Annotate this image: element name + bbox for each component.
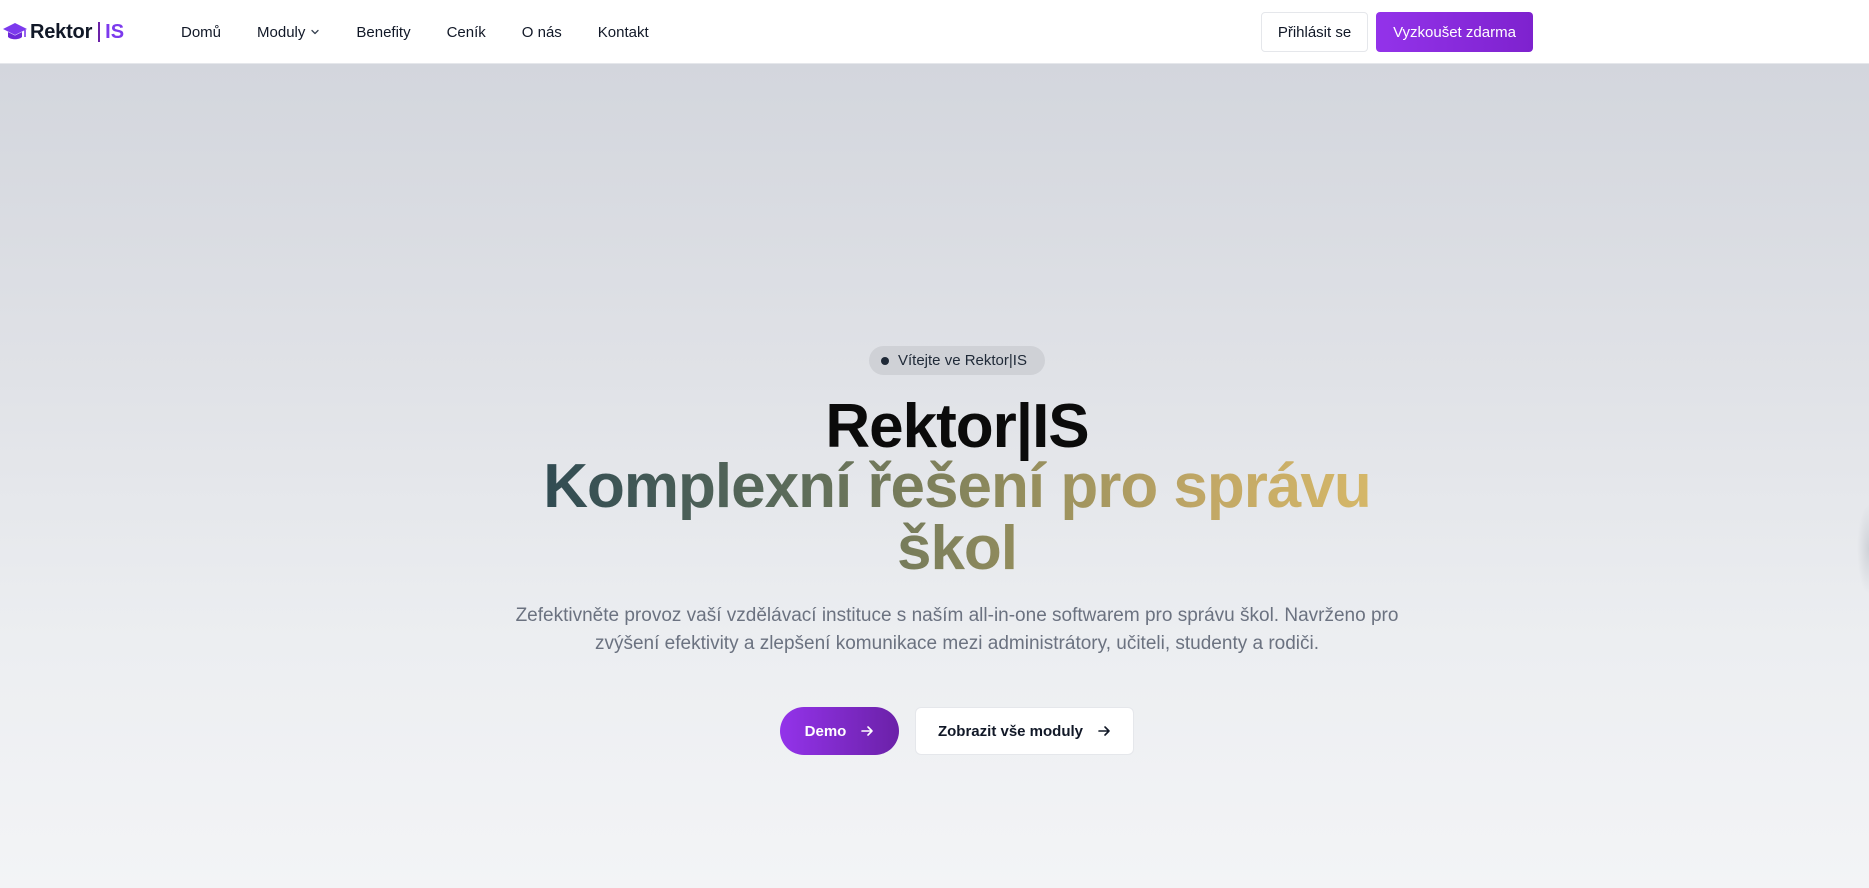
nav-item-contact[interactable]: Kontakt bbox=[598, 24, 649, 41]
brand-suffix: IS bbox=[105, 20, 125, 43]
nav-item-modules[interactable]: Moduly bbox=[257, 24, 320, 41]
brand-logo[interactable]: Rektor IS bbox=[2, 18, 124, 46]
nav-item-about[interactable]: O nás bbox=[522, 24, 562, 41]
nav-item-label: Kontakt bbox=[597, 23, 649, 41]
hero-description: Zefektivněte provoz vaší vzdělávací inst… bbox=[515, 605, 1399, 654]
nav-item-label: Ceník bbox=[446, 23, 486, 41]
welcome-badge: Vítejte ve Rektor|IS bbox=[869, 346, 1045, 375]
chevron-down-icon bbox=[311, 29, 320, 35]
brand-separator bbox=[98, 22, 101, 42]
main-nav: Domů Moduly Benefity Ceník O nás Kontakt bbox=[181, 0, 685, 64]
top-navbar: Rektor IS Domů Moduly Benefity Ceník O n… bbox=[0, 0, 1869, 64]
demo-button-label: Demo bbox=[804, 722, 847, 740]
arrow-right-icon bbox=[861, 726, 874, 736]
modules-button-label: Zobrazit vše moduly bbox=[937, 722, 1084, 740]
nav-item-label: Moduly bbox=[257, 23, 306, 41]
badge-dot bbox=[881, 356, 889, 365]
nav-item-label: Domů bbox=[181, 23, 222, 41]
nav-item-home[interactable]: Domů bbox=[181, 24, 221, 41]
free-trial-button[interactable]: Vyzkoušet zdarma bbox=[1376, 12, 1533, 52]
badge-label: Vítejte ve Rektor|IS bbox=[898, 352, 1027, 369]
view-all-modules-button[interactable]: Zobrazit vše moduly bbox=[915, 707, 1134, 755]
graduation-cap-icon bbox=[3, 23, 27, 40]
hero-subtitle: Komplexní řešení pro správu škol bbox=[534, 456, 1380, 580]
login-button[interactable]: Přihlásit se bbox=[1261, 12, 1368, 52]
brand-name: Rektor bbox=[30, 20, 93, 43]
demo-button[interactable]: Demo bbox=[780, 707, 899, 755]
nav-item-label: O nás bbox=[521, 23, 562, 41]
arrow-right-icon bbox=[1098, 726, 1110, 736]
nav-item-benefits[interactable]: Benefity bbox=[356, 24, 410, 41]
nav-item-label: Benefity bbox=[356, 23, 411, 41]
decorative-blob bbox=[1857, 504, 1869, 594]
nav-item-pricing[interactable]: Ceník bbox=[447, 24, 486, 41]
